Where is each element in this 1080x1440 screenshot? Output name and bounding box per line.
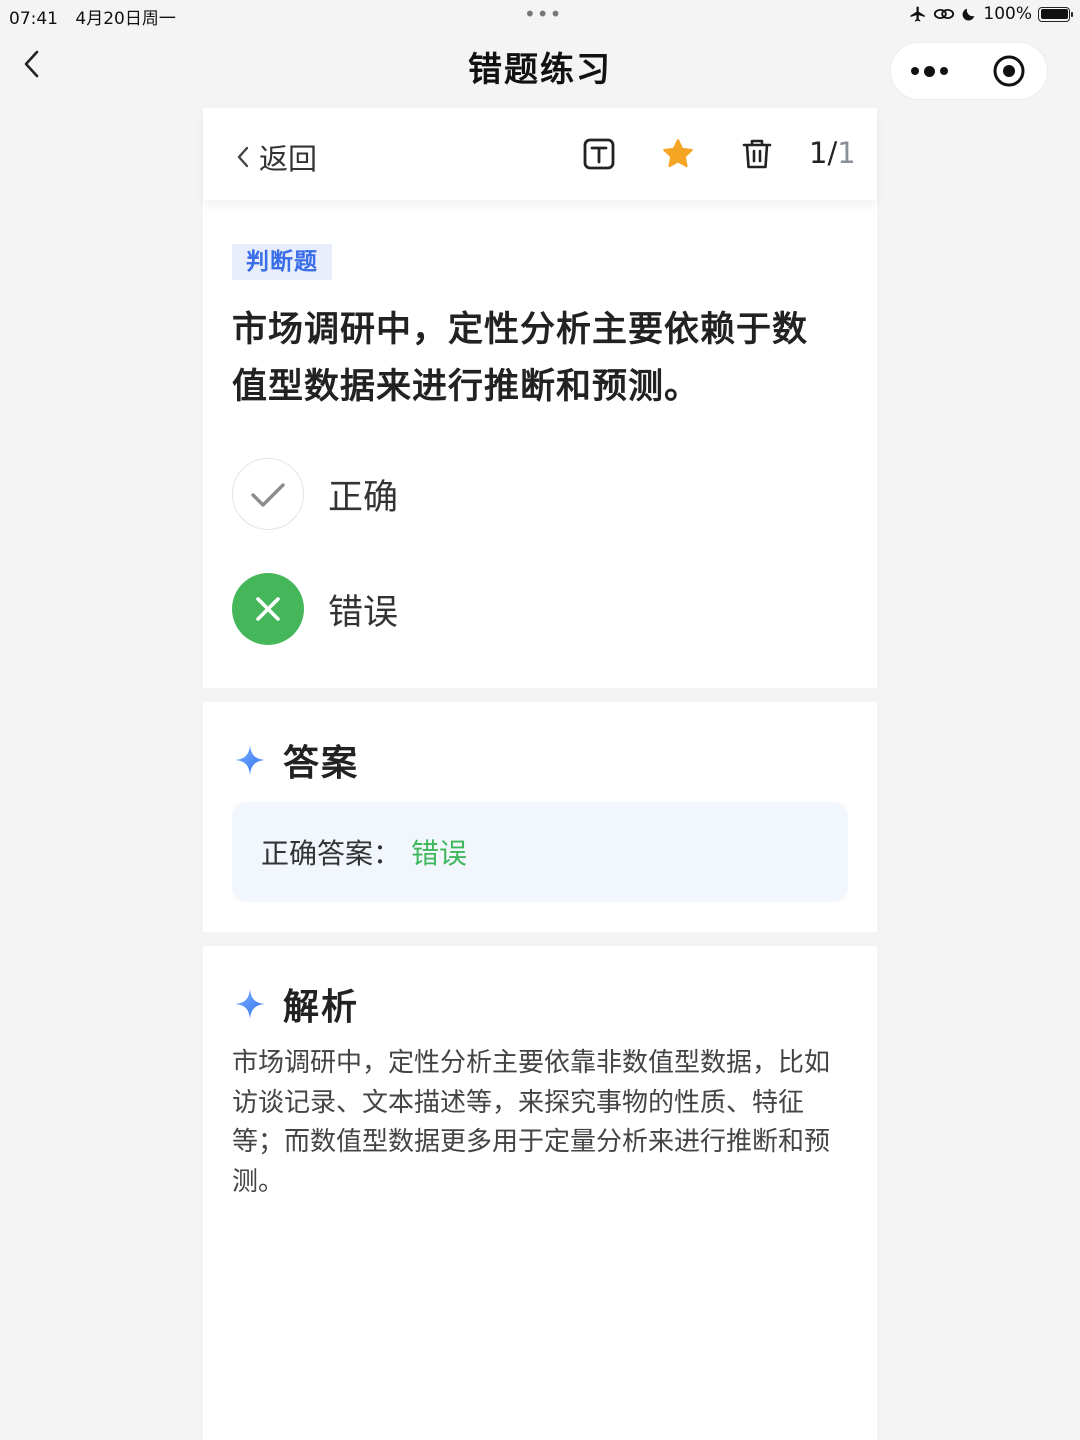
nav-bar: 错题练习 [0, 30, 1080, 108]
sparkle-icon [235, 745, 265, 775]
answer-section-head: 答案 [233, 734, 359, 786]
answer-value: 错误 [411, 837, 468, 870]
close-icon [256, 597, 280, 621]
close-miniapp-icon[interactable] [992, 54, 1026, 88]
page-total: 1 [837, 136, 856, 170]
status-date: 4月20日周一 [75, 9, 176, 29]
check-icon [251, 483, 285, 507]
option-true-circle [232, 458, 304, 530]
option-true-label: 正确 [328, 477, 399, 518]
star-icon[interactable] [661, 137, 695, 171]
trash-icon[interactable] [740, 137, 774, 171]
status-left: 07:41 4月20日周一 [9, 4, 188, 29]
option-false-circle [232, 573, 304, 645]
chevron-left-icon [237, 146, 249, 168]
moon-icon [962, 8, 975, 21]
answer-card: 答案 正确答案： 错误 [203, 702, 877, 932]
question-toolbar: 返回 1/1 [203, 108, 877, 200]
more-icon[interactable] [911, 58, 951, 84]
question-type-tag: 判断题 [232, 244, 332, 280]
option-false-label: 错误 [328, 592, 399, 633]
battery-fill [1040, 9, 1068, 19]
answer-box: 正确答案： 错误 [232, 802, 848, 902]
option-true[interactable]: 正确 [232, 458, 398, 530]
battery-icon [1038, 6, 1073, 22]
status-bar: 07:41 4月20日周一 ••• 100% [0, 0, 1080, 30]
back-label: 返回 [259, 142, 318, 176]
analysis-section-head: 解析 [233, 978, 359, 1030]
status-time: 07:41 [9, 9, 58, 29]
page-current: 1/ [809, 136, 838, 170]
answer-title: 答案 [283, 743, 360, 784]
answer-prefix: 正确答案： [261, 837, 402, 870]
sparkle-icon [235, 989, 265, 1019]
battery-percent: 100% [983, 4, 1032, 24]
question-text: 市场调研中，定性分析主要依赖于数值型数据来进行推断和预测。 [232, 310, 809, 407]
question-card: 判断题 市场调研中，定性分析主要依赖于数值型数据来进行推断和预测。 正确 错误 [203, 200, 877, 688]
text-mode-icon[interactable] [582, 137, 616, 171]
analysis-title: 解析 [283, 987, 360, 1028]
analysis-text: 市场调研中，定性分析主要依靠非数值型数据，比如访谈记录、文本描述等，来探究事物的… [232, 1048, 831, 1197]
content-column: 返回 1/1 判断题 市场调研中，定性分析主要依赖于数值型数据来进行推断和预测。… [203, 108, 877, 1440]
link-icon [934, 8, 955, 20]
option-false[interactable]: 错误 [232, 573, 398, 645]
back-button[interactable]: 返回 [233, 136, 317, 178]
analysis-card: 解析 市场调研中，定性分析主要依靠非数值型数据，比如访谈记录、文本描述等，来探究… [203, 946, 877, 1440]
airplane-icon [910, 6, 926, 22]
page-counter: 1/1 [809, 136, 856, 170]
status-right: 100% [909, 4, 1073, 24]
multitask-dots-icon[interactable]: ••• [524, 2, 562, 26]
miniapp-capsule [890, 42, 1048, 100]
